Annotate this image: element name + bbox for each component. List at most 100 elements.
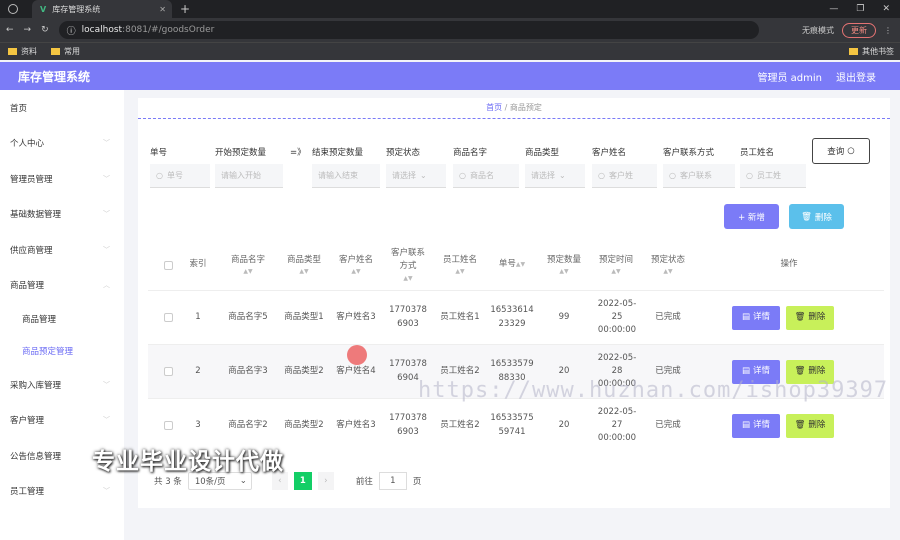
breadcrumb-separator: /: [504, 103, 508, 112]
header-label: 员工姓名: [442, 254, 477, 265]
table-row[interactable]: 1 商品名字5 商品类型1 客户姓名3 17703786903 员工姓名1 16…: [148, 290, 884, 344]
sidebar-item-basic-data[interactable]: 基础数据管理 ﹀: [0, 197, 124, 233]
divider: [138, 118, 890, 119]
status-select[interactable]: 请选择 ⌄: [386, 164, 446, 188]
detail-button[interactable]: ▤ 详情: [732, 305, 780, 330]
search-icon: ○: [156, 171, 163, 180]
bookmark-item[interactable]: 常用: [51, 46, 80, 57]
delete-label: 删除: [808, 311, 826, 322]
employee-name-input[interactable]: ○ 员工姓: [740, 164, 806, 188]
start-qty-input[interactable]: 请输入开始: [215, 164, 283, 188]
incognito-label[interactable]: 无痕模式: [802, 25, 834, 36]
search-icon: ○: [746, 171, 753, 180]
col-goods-name[interactable]: 商品名字 ▲▼: [218, 240, 278, 290]
new-tab-icon[interactable]: +: [180, 2, 190, 16]
menu-icon[interactable]: ⋮: [884, 26, 892, 35]
checkbox-box: [163, 260, 173, 270]
maximize-icon[interactable]: ❐: [856, 4, 864, 14]
sidebar-item-customer[interactable]: 客户管理 ﹀: [0, 403, 124, 439]
sidebar-sub-goods[interactable]: 商品管理: [0, 303, 124, 335]
sort-icon[interactable]: ▲▼: [516, 260, 525, 269]
sidebar-item-profile[interactable]: 个人中心 ﹀: [0, 126, 124, 162]
col-customer-phone[interactable]: 客户联系方式 ▲▼: [382, 240, 434, 290]
header-label: 单号: [498, 259, 516, 270]
goods-name-input[interactable]: ○ 商品名: [453, 164, 519, 188]
globe-icon[interactable]: [8, 4, 18, 14]
add-button[interactable]: + 新增: [724, 204, 779, 229]
bookmark-item[interactable]: 资料: [8, 46, 37, 57]
customer-name-input[interactable]: ○ 客户姓: [592, 164, 657, 188]
sort-icon[interactable]: ▲▼: [663, 267, 672, 276]
row-checkbox[interactable]: [158, 345, 178, 398]
sort-icon[interactable]: ▲▼: [559, 267, 568, 276]
bookmark-label: 资料: [21, 47, 37, 56]
page-size-label: 10条/页: [194, 477, 226, 487]
chevron-down-icon: ⌄: [559, 171, 566, 180]
sidebar-item-goods[interactable]: 商品管理 ︿: [0, 268, 124, 304]
goods-type-select[interactable]: 请选择 ⌄: [525, 164, 585, 188]
cell-customer-phone: 17703786903: [389, 413, 427, 437]
cursor-indicator: [347, 345, 367, 365]
cell-customer-name: 客户姓名3: [336, 311, 376, 322]
query-button[interactable]: 查询 ○: [812, 138, 870, 164]
sort-icon[interactable]: ▲▼: [243, 267, 252, 276]
sidebar-item-purchase[interactable]: 采购入库管理 ﹀: [0, 367, 124, 403]
other-bookmarks[interactable]: 其他书签: [849, 46, 894, 57]
page-number[interactable]: 1: [293, 472, 312, 490]
col-time[interactable]: 预定时间 ▲▼: [590, 240, 642, 290]
sidebar-item-admin[interactable]: 管理员管理 ﹀: [0, 161, 124, 197]
breadcrumb-home[interactable]: 首页: [486, 103, 502, 112]
sidebar-item-employee[interactable]: 员工管理 ﹀: [0, 474, 124, 510]
sort-icon[interactable]: ▲▼: [611, 267, 620, 276]
row-checkbox[interactable]: [158, 291, 178, 344]
detail-button[interactable]: ▤ 详情: [732, 413, 780, 438]
sidebar-item-label: 公告信息管理: [10, 451, 62, 462]
forward-icon[interactable]: →: [24, 25, 32, 35]
select-all-checkbox[interactable]: [158, 240, 178, 290]
customer-phone-input[interactable]: ○ 客户联系: [663, 164, 735, 188]
next-page-icon[interactable]: ›: [317, 472, 334, 490]
detail-label: 详情: [753, 419, 771, 430]
reload-icon[interactable]: ↻: [41, 25, 49, 35]
breadcrumb-current: 商品预定: [509, 103, 542, 112]
back-icon[interactable]: ←: [6, 25, 14, 35]
sidebar-sub-goods-order[interactable]: 商品预定管理: [0, 335, 124, 367]
logout-link[interactable]: 退出登录: [836, 69, 876, 84]
document-icon: ▤: [741, 311, 750, 322]
col-status[interactable]: 预定状态 ▲▼: [642, 240, 694, 290]
col-order-no[interactable]: 单号 ▲▼: [486, 240, 538, 290]
col-qty[interactable]: 预定数量 ▲▼: [538, 240, 590, 290]
minimize-icon[interactable]: —: [829, 4, 838, 14]
address-bar-row: ← → ↻ ⓘ localhost:8081/#/goodsOrder 无痕模式…: [0, 18, 900, 42]
update-button[interactable]: 更新: [842, 22, 876, 38]
sidebar-item-label: 个人中心: [10, 139, 45, 150]
sort-icon[interactable]: ▲▼: [403, 274, 412, 283]
delete-label: 删除: [808, 365, 826, 376]
order-no-input[interactable]: ○ 单号: [150, 164, 210, 188]
batch-delete-button[interactable]: 🗑 删除: [789, 204, 844, 229]
cell-status: 已完成: [655, 419, 681, 430]
sort-icon[interactable]: ▲▼: [299, 267, 308, 276]
url-field[interactable]: ⓘ localhost:8081/#/goodsOrder: [58, 21, 759, 39]
row-delete-button[interactable]: 🗑 删除: [786, 413, 834, 438]
add-label: + 新增: [738, 212, 765, 223]
browser-tab[interactable]: V 库存管理系统 ✕: [32, 0, 172, 18]
row-delete-button[interactable]: 🗑 删除: [786, 305, 834, 330]
close-tab-icon[interactable]: ✕: [159, 5, 166, 14]
filter-label-goods-type: 商品类型: [525, 148, 560, 158]
cell-customer-phone: 17703786903: [389, 305, 427, 329]
cell-order-no: 1653357559741: [490, 413, 534, 437]
chevron-down-icon: ﹀: [103, 487, 110, 496]
sidebar-item-home[interactable]: 首页: [0, 90, 124, 126]
sort-icon[interactable]: ▲▼: [455, 267, 464, 276]
col-employee-name[interactable]: 员工姓名 ▲▼: [434, 240, 486, 290]
end-qty-input[interactable]: 请输入结束: [312, 164, 380, 188]
sidebar-item-supplier[interactable]: 供应商管理 ﹀: [0, 232, 124, 268]
col-customer-name[interactable]: 客户姓名 ▲▼: [330, 240, 382, 290]
col-goods-type[interactable]: 商品类型 ▲▼: [278, 240, 330, 290]
close-window-icon[interactable]: ✕: [882, 4, 890, 14]
sort-icon[interactable]: ▲▼: [351, 267, 360, 276]
goto-page-input[interactable]: 1: [378, 472, 407, 490]
folder-icon: [8, 48, 17, 55]
filter-label-start-qty: 开始预定数量: [215, 148, 267, 158]
